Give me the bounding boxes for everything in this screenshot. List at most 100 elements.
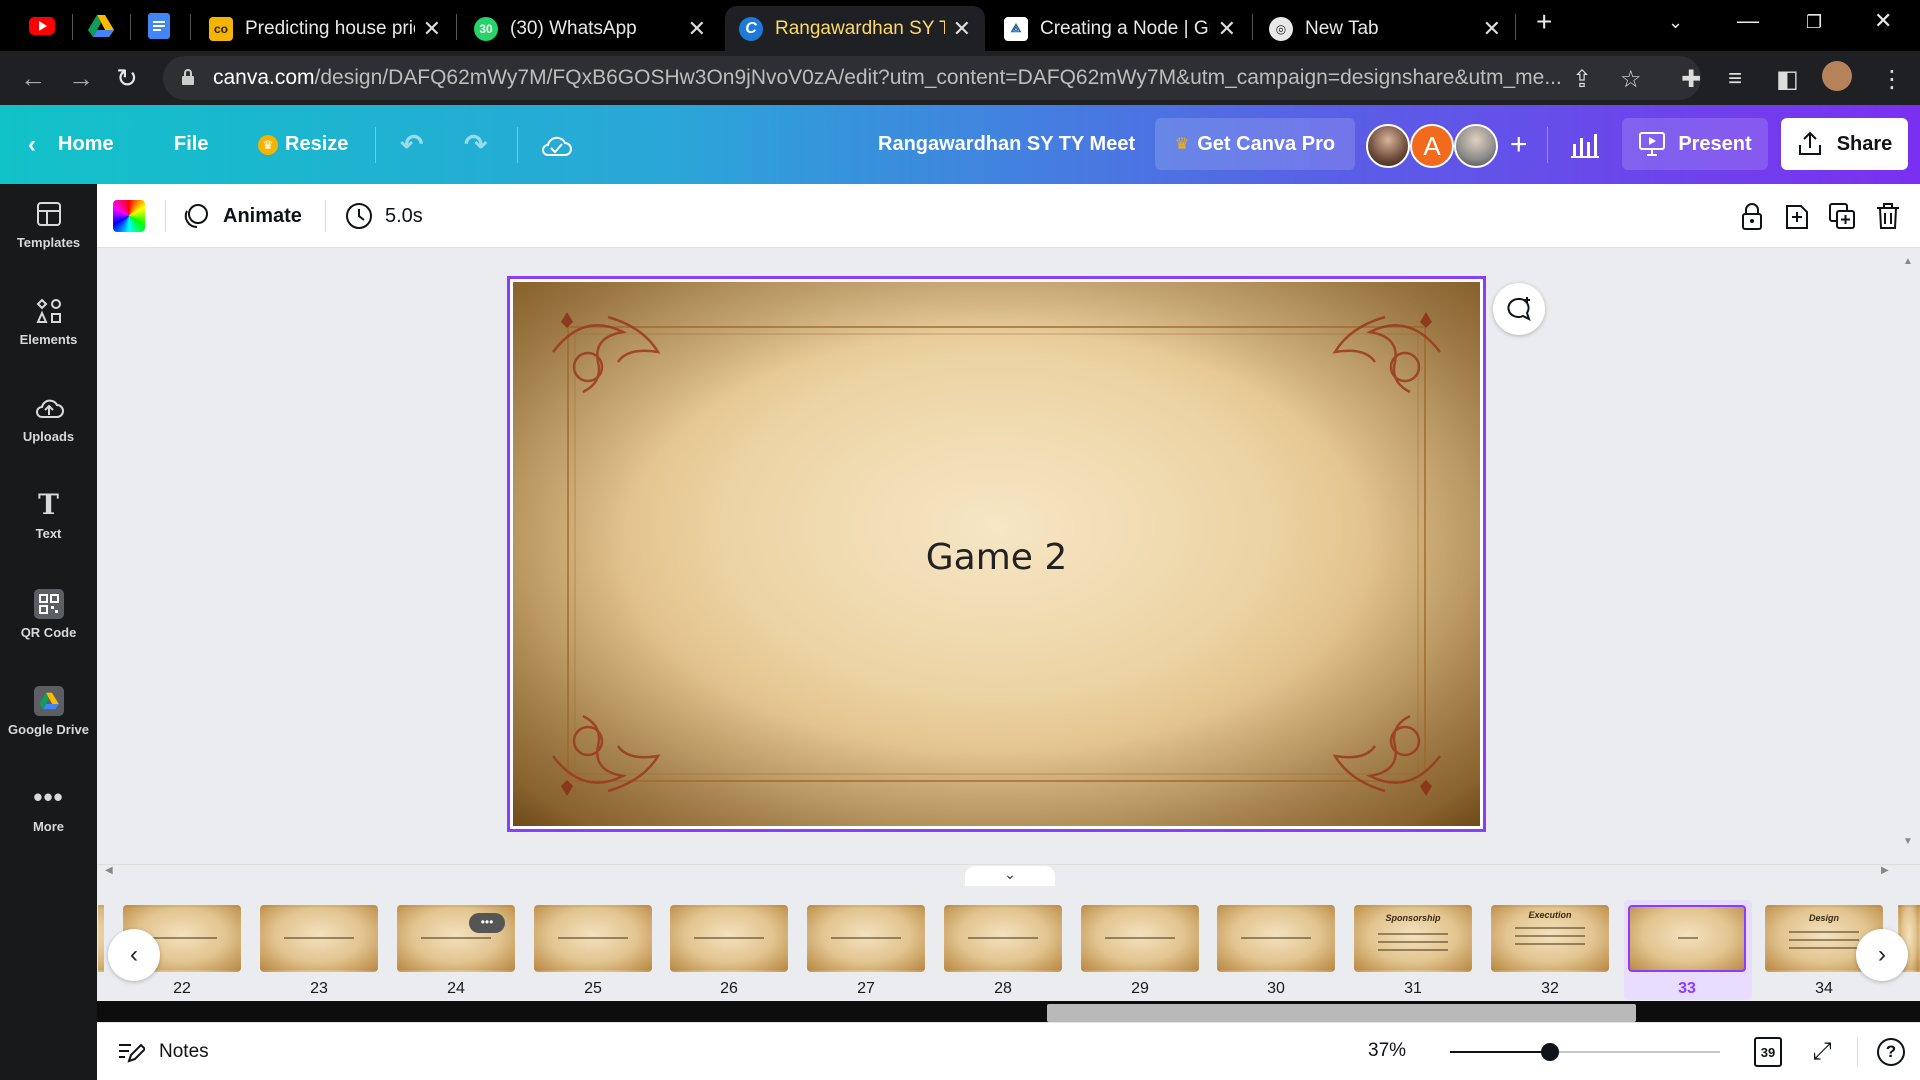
collaborator-avatar[interactable] [1366, 124, 1410, 168]
collapse-pages-chevron-icon[interactable]: ⌄ [965, 866, 1055, 886]
zoom-percentage[interactable]: 37% [1368, 1040, 1406, 1062]
duplicate-page-icon[interactable] [1827, 201, 1857, 231]
lock-icon[interactable] [181, 69, 195, 85]
notes-button[interactable]: Notes [117, 1023, 209, 1080]
help-icon[interactable]: ? [1877, 1038, 1905, 1066]
tab-whatsapp[interactable]: 30 (30) WhatsApp ✕ [460, 6, 720, 51]
page-thumbnail-partial[interactable] [98, 905, 104, 972]
page-thumbnail-selected[interactable] [1628, 905, 1746, 972]
extensions-icon[interactable]: ✚ [1681, 65, 1701, 94]
redo-icon[interactable]: ↷ [464, 105, 487, 184]
tab-predicting-house-prices[interactable]: co Predicting house pric ✕ [195, 6, 455, 51]
page-thumbnail[interactable]: Sponsorship [1354, 905, 1472, 972]
vertical-scrollbar[interactable]: ▲ ▼ [1898, 248, 1920, 864]
slide-title-text[interactable]: Game 2 [513, 537, 1480, 578]
slide-canvas[interactable]: Game 2 [513, 282, 1480, 826]
google-docs-pinned-tab[interactable] [145, 12, 173, 40]
close-tab-icon[interactable]: ✕ [423, 16, 441, 42]
pages-scroll-right-button[interactable]: › [1856, 929, 1908, 981]
duration-button[interactable]: 5.0s [345, 184, 423, 248]
page-thumbnail[interactable] [1081, 905, 1199, 972]
minimize-button[interactable]: — [1737, 8, 1759, 34]
delete-page-icon[interactable] [1873, 201, 1903, 231]
close-window-button[interactable]: ✕ [1874, 8, 1892, 34]
animate-icon [184, 204, 208, 229]
youtube-pinned-tab[interactable] [28, 12, 56, 40]
close-tab-icon[interactable]: ✕ [1483, 16, 1501, 42]
add-page-icon[interactable] [1782, 201, 1812, 231]
page-thumbnail[interactable] [534, 905, 652, 972]
page-options-more-icon[interactable]: ••• [469, 913, 505, 933]
close-tab-icon[interactable]: ✕ [953, 16, 971, 42]
page-thumbnail[interactable] [807, 905, 925, 972]
share-page-icon[interactable]: ⇪ [1572, 65, 1592, 94]
share-label: Share [1836, 132, 1893, 155]
sidebar-item-text[interactable]: T Text [0, 475, 97, 555]
sidebar-item-more[interactable]: ••• More [0, 768, 97, 848]
pages-scroll-left-button[interactable]: ‹ [108, 929, 160, 981]
tab-new-tab[interactable]: ◎ New Tab ✕ [1255, 6, 1515, 51]
scroll-up-icon[interactable]: ▲ [1903, 256, 1913, 267]
browser-menu-icon[interactable]: ⋮ [1880, 65, 1904, 94]
scroll-down-icon[interactable]: ▼ [1903, 836, 1913, 847]
page-number: 34 [1815, 980, 1833, 997]
lock-page-icon[interactable] [1737, 201, 1767, 231]
new-tab-button[interactable]: + [1536, 6, 1552, 38]
page-number: 22 [173, 980, 191, 997]
tab-creating-a-node[interactable]: ⟁ Creating a Node | Gra ✕ [990, 6, 1250, 51]
page-thumbnail[interactable] [944, 905, 1062, 972]
selected-slide-frame[interactable]: Game 2 [507, 276, 1486, 832]
share-button[interactable]: Share [1781, 118, 1908, 170]
collaborator-avatar[interactable]: A [1410, 124, 1454, 168]
profile-avatar[interactable] [1822, 61, 1852, 91]
sidebar-item-google-drive[interactable]: Google Drive [0, 671, 97, 751]
page-count-grid-button[interactable]: 39 [1754, 1037, 1782, 1067]
url-path: /design/DAFQ62mWy7M/FQxB6GOSHw3On9jNvoV0… [314, 66, 1562, 89]
animate-button[interactable]: Animate [181, 184, 302, 248]
resize-button[interactable]: ♛ Resize [258, 105, 348, 184]
zoom-slider[interactable] [1450, 1043, 1720, 1061]
forward-button[interactable]: → [68, 63, 94, 94]
page-thumbnail[interactable] [260, 905, 378, 972]
undo-icon[interactable]: ↶ [400, 105, 423, 184]
tab-search-chevron-icon[interactable]: ⌄ [1668, 12, 1683, 33]
reload-button[interactable]: ↻ [116, 63, 138, 94]
media-controls-icon[interactable]: ≡ [1728, 65, 1742, 93]
add-collaborator-icon[interactable]: + [1510, 105, 1528, 184]
cloud-saved-icon[interactable] [540, 105, 572, 184]
present-button[interactable]: Present [1622, 118, 1768, 170]
google-drive-pinned-tab[interactable] [87, 12, 115, 40]
bookmark-star-icon[interactable]: ☆ [1620, 65, 1642, 94]
fullscreen-expand-icon[interactable]: ⤢ [1807, 1037, 1837, 1067]
page-thumbnail[interactable]: Execution [1491, 905, 1609, 972]
zoom-slider-handle[interactable] [1541, 1043, 1559, 1061]
address-bar[interactable]: canva.com/design/DAFQ62mWy7M/FQxB6GOSHw3… [163, 56, 1701, 100]
get-canva-pro-button[interactable]: ♛ Get Canva Pro [1155, 118, 1355, 170]
back-button[interactable]: ← [20, 63, 46, 94]
page-thumbnail[interactable]: ••• [397, 905, 515, 972]
scroll-left-icon[interactable]: ◀ [105, 865, 113, 876]
sidebar-item-templates[interactable]: Templates [0, 184, 97, 264]
page-thumbnail[interactable] [670, 905, 788, 972]
sidebar-item-qr-code[interactable]: QR Code [0, 574, 97, 654]
insights-chart-icon[interactable] [1571, 105, 1599, 184]
file-menu-button[interactable]: File [174, 105, 208, 184]
sidebar-item-uploads[interactable]: Uploads [0, 378, 97, 458]
restore-button[interactable]: ❐ [1806, 12, 1822, 33]
design-title[interactable]: Rangawardhan SY TY Meet [878, 105, 1135, 184]
close-tab-icon[interactable]: ✕ [688, 16, 706, 42]
page-number-selected: 33 [1678, 980, 1696, 997]
page-thumbnail[interactable] [1217, 905, 1335, 972]
home-button[interactable]: ‹ Home [28, 105, 114, 184]
browser-toolbar: ← → ↻ canva.com/design/DAFQ62mWy7M/FQxB6… [0, 51, 1920, 105]
sidebar-item-elements[interactable]: Elements [0, 281, 97, 361]
color-picker-button[interactable] [113, 184, 145, 248]
tab-canva-rangawardhan[interactable]: C Rangawardhan SY TY ✕ [725, 6, 985, 51]
close-tab-icon[interactable]: ✕ [1218, 16, 1236, 42]
side-panel-icon[interactable]: ◧ [1776, 65, 1799, 94]
tab-title: Rangawardhan SY TY [775, 17, 945, 39]
scroll-right-icon[interactable]: ▶ [1881, 865, 1889, 876]
add-comment-button[interactable] [1493, 283, 1545, 335]
horizontal-scrollbar-thumb[interactable] [1047, 1004, 1636, 1022]
collaborator-avatar[interactable] [1454, 124, 1498, 168]
